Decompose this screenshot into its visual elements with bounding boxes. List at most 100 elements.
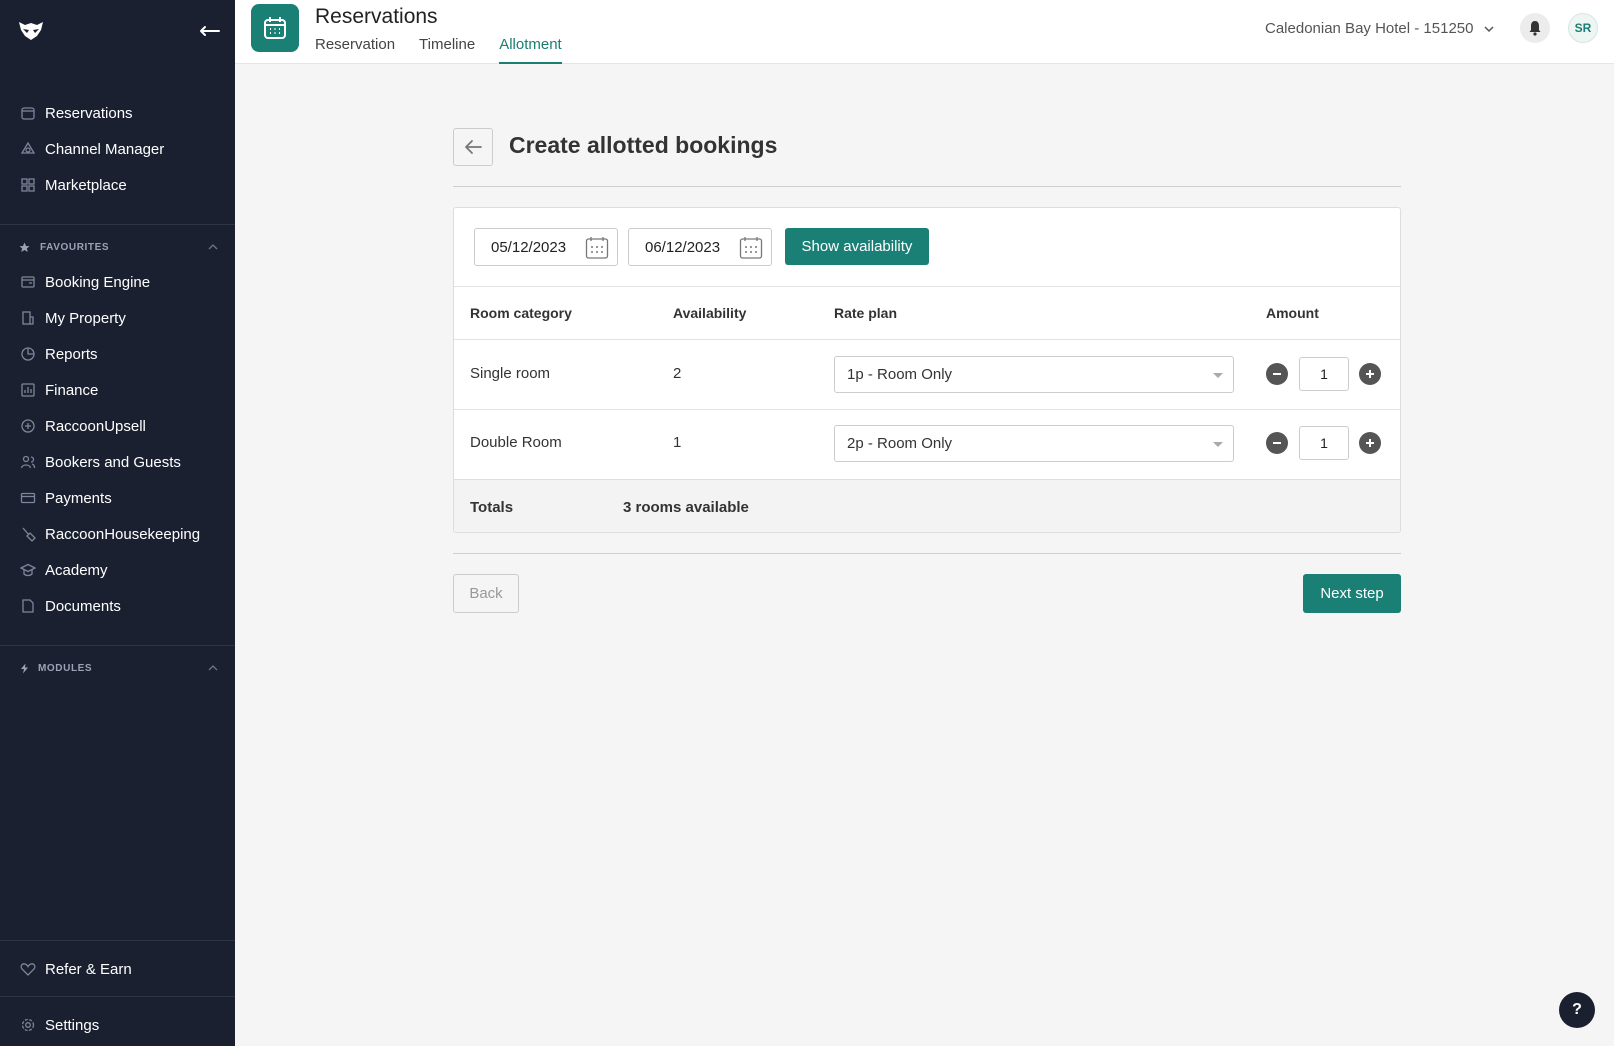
channel-icon [20, 141, 36, 154]
pie-chart-icon [21, 347, 35, 361]
calendar-icon[interactable] [739, 236, 763, 260]
rate-plan-select[interactable]: 2p - Room Only [834, 425, 1234, 462]
sidebar-item-marketplace[interactable]: Marketplace [0, 167, 235, 203]
sidebar-item-label: Payments [45, 489, 112, 507]
card-icon [20, 492, 36, 504]
bell-icon [1529, 21, 1541, 36]
row-room-category: Single room [470, 365, 551, 382]
sidebar-item-bookers-and-guests[interactable]: Bookers and Guests [0, 444, 235, 480]
minus-icon [1273, 442, 1281, 444]
topbar: Reservations Reservation Timeline Allotm… [235, 0, 1614, 64]
sidebar-item-refer-earn[interactable]: Refer & Earn [0, 951, 235, 987]
plus-circle-icon [21, 419, 35, 433]
caret-down-icon [1213, 373, 1223, 378]
sidebar-divider [0, 940, 235, 941]
card-divider [454, 339, 1400, 340]
sidebar-item-finance[interactable]: Finance [0, 372, 235, 408]
collapse-sidebar-icon[interactable] [195, 21, 221, 41]
booking-icon [21, 276, 35, 288]
sidebar-item-label: Settings [45, 1016, 100, 1034]
back-arrow-button[interactable] [453, 128, 493, 166]
amount-input[interactable] [1299, 426, 1349, 460]
totals-value: 3 rooms available [623, 499, 749, 516]
tab-timeline[interactable]: Timeline [419, 36, 475, 64]
sidebar-item-label: Reports [45, 345, 98, 363]
totals-row: Totals 3 rooms available [454, 479, 1400, 532]
sidebar-item-booking-engine[interactable]: Booking Engine [0, 264, 235, 300]
increment-button[interactable] [1359, 432, 1381, 454]
sidebar-item-label: Finance [45, 381, 99, 399]
sidebar-item-reports[interactable]: Reports [0, 336, 235, 372]
help-button[interactable]: ? [1559, 992, 1595, 1028]
sidebar-item-raccoonhousekeeping[interactable]: RaccoonHousekeeping [0, 516, 235, 552]
sidebar-item-my-property[interactable]: My Property [0, 300, 235, 336]
reservations-app-icon [251, 4, 299, 52]
sidebar: Reservations Channel Manager Marketplace… [0, 0, 235, 1046]
decrement-button[interactable] [1266, 363, 1288, 385]
grid-icon [21, 178, 35, 192]
hotel-selector[interactable]: Caledonian Bay Hotel - 151250 [1265, 20, 1495, 37]
column-header-availability: Availability [673, 305, 747, 321]
caret-down-icon [1213, 442, 1223, 447]
totals-label: Totals [470, 499, 514, 516]
sidebar-item-academy[interactable]: Academy [0, 552, 235, 588]
broom-icon [22, 527, 36, 542]
raccoon-logo-icon[interactable] [18, 20, 44, 42]
tab-reservation[interactable]: Reservation [315, 36, 395, 64]
date-to-value: 06/12/2023 [645, 238, 721, 256]
sidebar-item-payments[interactable]: Payments [0, 480, 235, 516]
next-step-button[interactable]: Next step [1303, 574, 1401, 613]
decrement-button[interactable] [1266, 432, 1288, 454]
calendar-icon [21, 107, 35, 120]
modules-section-header[interactable]: MODULES [0, 656, 235, 680]
users-icon [20, 455, 36, 469]
graduation-icon [20, 563, 36, 577]
sidebar-item-label: Academy [45, 561, 108, 579]
avatar[interactable]: SR [1568, 13, 1598, 43]
notifications-button[interactable] [1520, 13, 1550, 43]
row-availability: 2 [673, 365, 682, 382]
building-icon [22, 311, 34, 325]
sidebar-item-label: Channel Manager [45, 140, 165, 158]
sidebar-top [0, 0, 235, 64]
increment-button[interactable] [1359, 363, 1381, 385]
tab-allotment[interactable]: Allotment [499, 36, 562, 64]
document-icon [22, 599, 34, 613]
column-header-amount: Amount [1266, 305, 1319, 321]
sidebar-item-label: Refer & Earn [45, 960, 132, 978]
modules-label: MODULES [38, 662, 93, 674]
column-header-rate-plan: Rate plan [834, 305, 898, 321]
sidebar-divider [0, 224, 235, 225]
favourites-section-header[interactable]: FAVOURITES [0, 235, 235, 259]
sidebar-item-label: Marketplace [45, 176, 127, 194]
amount-input[interactable] [1299, 357, 1349, 391]
date-from-value: 05/12/2023 [491, 238, 567, 256]
arrow-left-icon [465, 140, 482, 154]
divider [453, 186, 1401, 187]
plus-icon [1366, 439, 1374, 447]
rate-plan-select[interactable]: 1p - Room Only [834, 356, 1234, 393]
chevron-up-icon[interactable] [207, 664, 219, 672]
column-header-room-category: Room category [470, 305, 572, 321]
card-divider [454, 286, 1400, 287]
gear-icon [21, 1018, 35, 1032]
date-from-field[interactable]: 05/12/2023 [474, 228, 618, 266]
sidebar-item-settings[interactable]: Settings [0, 1007, 235, 1043]
sidebar-item-raccoonupsell[interactable]: RaccoonUpsell [0, 408, 235, 444]
sidebar-item-reservations[interactable]: Reservations [0, 95, 235, 131]
bar-chart-icon [21, 383, 35, 397]
content-title: Create allotted bookings [509, 132, 778, 158]
sidebar-item-label: My Property [45, 309, 126, 327]
favourites-label: FAVOURITES [40, 241, 110, 253]
row-room-category: Double Room [470, 434, 562, 451]
back-button[interactable]: Back [453, 574, 519, 613]
sidebar-item-label: Reservations [45, 104, 133, 122]
show-availability-button[interactable]: Show availability [785, 228, 929, 265]
chevron-up-icon[interactable] [207, 243, 219, 251]
sidebar-item-documents[interactable]: Documents [0, 588, 235, 624]
star-icon [19, 242, 30, 252]
calendar-icon[interactable] [585, 236, 609, 260]
sidebar-item-label: RaccoonUpsell [45, 417, 146, 435]
sidebar-item-channel-manager[interactable]: Channel Manager [0, 131, 235, 167]
date-to-field[interactable]: 06/12/2023 [628, 228, 772, 266]
